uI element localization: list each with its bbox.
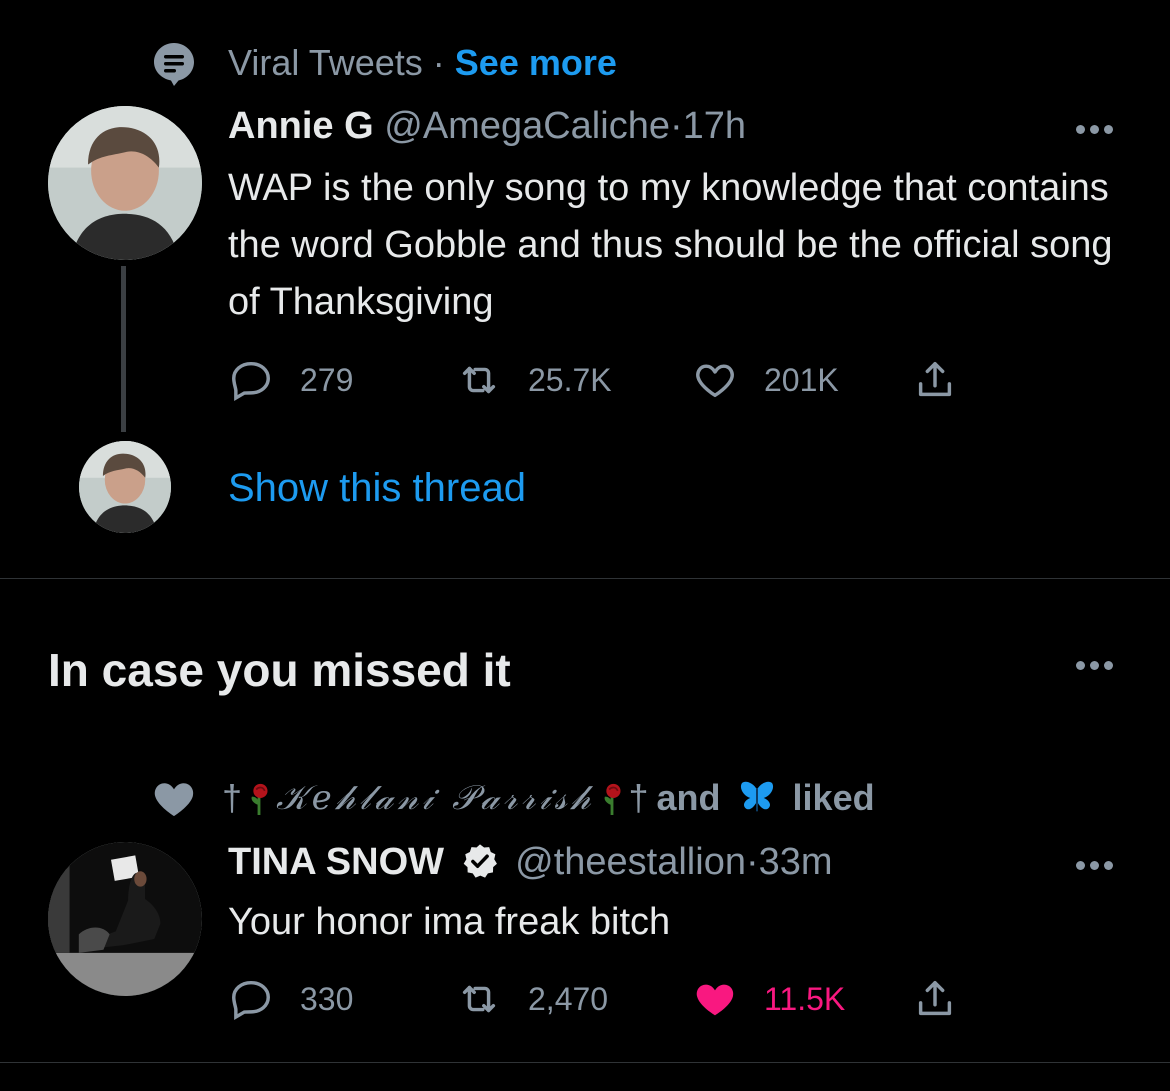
- like-button[interactable]: 11.5K: [692, 976, 912, 1022]
- more-options-icon[interactable]: [1076, 657, 1120, 670]
- tweet-text: WAP is the only song to my knowledge tha…: [228, 167, 1113, 323]
- author-name[interactable]: TINA SNOW: [228, 841, 444, 883]
- author-name[interactable]: Annie G: [228, 105, 374, 147]
- retweet-icon: [462, 985, 496, 1013]
- reply-icon: [232, 980, 270, 1021]
- heart-icon: [696, 364, 734, 398]
- social-context: † 𝒦𝑒𝒽𝓁𝒶𝓃𝒾 𝒫𝒶𝓇𝓇𝒾𝓈𝒽 † and liked: [150, 772, 875, 824]
- section-title: In case you missed it: [48, 644, 511, 696]
- liker-prefix: †: [222, 777, 243, 818]
- avatar-small[interactable]: [79, 441, 171, 533]
- divider: [0, 1062, 1170, 1063]
- author-handle[interactable]: @AmegaCaliche: [384, 105, 670, 147]
- share-button[interactable]: [912, 357, 984, 403]
- verified-badge-icon: [463, 844, 497, 878]
- tweet-actions: 330 2,470 11.5K: [228, 974, 988, 1024]
- heart-filled-icon: [696, 984, 734, 1016]
- topic-icon: [150, 40, 198, 88]
- separator: ·: [745, 841, 759, 883]
- retweet-count: 25.7K: [528, 361, 612, 398]
- thread-line: [121, 266, 126, 432]
- liked-text: liked: [792, 777, 875, 818]
- reply-button[interactable]: 279: [228, 357, 456, 403]
- retweet-button[interactable]: 25.7K: [456, 357, 692, 403]
- tweet-header: TINA SNOW @theestallion·33m: [228, 838, 833, 886]
- author-handle[interactable]: @theestallion: [515, 841, 746, 883]
- heart-icon: [154, 783, 194, 816]
- reply-icon: [232, 361, 270, 402]
- retweet-icon: [462, 366, 496, 394]
- liker-name[interactable]: 𝒦𝑒𝒽𝓁𝒶𝓃𝒾 𝒫𝒶𝓇𝓇𝒾𝓈𝒽: [276, 778, 594, 818]
- retweet-count: 2,470: [528, 980, 609, 1017]
- avatar[interactable]: [48, 106, 202, 260]
- divider: [0, 578, 1170, 579]
- avatar[interactable]: [48, 842, 202, 996]
- retweet-button[interactable]: 2,470: [456, 976, 692, 1022]
- like-count: 11.5K: [764, 980, 846, 1017]
- more-options-icon[interactable]: [1076, 121, 1120, 134]
- share-button[interactable]: [912, 976, 984, 1022]
- social-context: Viral Tweets · See more: [228, 40, 617, 86]
- reply-count: 330: [300, 980, 354, 1017]
- tweet-text: Your honor ima freak bitch: [228, 901, 671, 943]
- tweet-header: Annie G @AmegaCaliche·17h: [228, 102, 746, 150]
- liker-suffix: †: [628, 777, 649, 818]
- share-icon: [918, 980, 952, 1016]
- butterfly-icon[interactable]: [735, 778, 779, 818]
- reply-button[interactable]: 330: [228, 976, 456, 1022]
- like-count: 201K: [764, 361, 839, 398]
- separator: ·: [669, 105, 683, 147]
- rose-icon: [604, 783, 620, 815]
- and-text: and: [656, 777, 721, 818]
- separator: ·: [432, 42, 445, 83]
- more-options-icon[interactable]: [1076, 857, 1120, 870]
- like-button[interactable]: 201K: [692, 357, 912, 403]
- rose-icon: [251, 783, 268, 815]
- tweet-actions: 279 25.7K 201K: [228, 355, 988, 405]
- show-thread-link[interactable]: Show this thread: [228, 462, 526, 514]
- timestamp[interactable]: 17h: [683, 105, 746, 147]
- topic-label: Viral Tweets: [228, 42, 423, 83]
- see-more-link[interactable]: See more: [455, 42, 617, 83]
- timestamp[interactable]: 33m: [759, 841, 833, 883]
- reply-count: 279: [300, 361, 354, 398]
- share-icon: [918, 361, 952, 397]
